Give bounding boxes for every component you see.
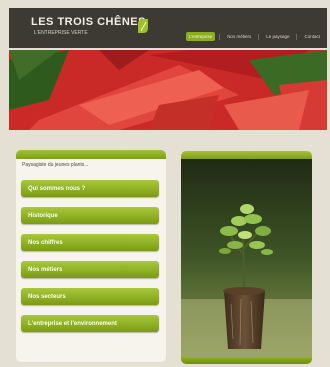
photo-footer-bar [181,357,312,364]
hero-banner [9,50,327,130]
nav-divider [219,33,221,40]
nav-item-entreprise[interactable]: L'entreprise [185,32,216,41]
nav-divider [296,33,298,40]
sidebar-menu: Paysagiste du jeunes plants... Qui somme… [16,150,166,362]
menu-item-secteurs[interactable]: Nos secteurs [21,288,159,305]
menu-item-metiers[interactable]: Nos métiers [21,261,159,278]
oak-leaf-icon [138,19,148,33]
menu-item-qui-sommes-nous[interactable]: Qui sommes nous ? [21,180,159,197]
logo-title: LES TROIS CHÊNES [31,16,146,28]
photo-header-bar [181,151,312,159]
nav-divider [258,33,260,40]
site-logo[interactable]: LES TROIS CHÊNES L'ENTREPRISE VERTE [31,16,151,42]
menu-item-chiffres[interactable]: Nos chiffres [21,234,159,251]
nav-item-paysage[interactable]: Le paysage [263,32,292,41]
nav-item-metiers[interactable]: Nos métiers [224,32,254,41]
seedling-photo [181,159,312,357]
photo-card [181,151,312,364]
menu-item-environnement[interactable]: L'entreprise et l'environnement [21,315,159,332]
nav-item-contact[interactable]: Contact [301,32,323,41]
sidebar-intro: Paysagiste du jeunes plants... [22,162,89,168]
panel-header-bar [16,150,166,159]
menu-item-historique[interactable]: Historique [21,207,159,224]
main-nav: L'entreprise Nos métiers Le paysage Cont… [185,32,323,41]
logo-tagline: L'ENTREPRISE VERTE [34,30,88,36]
poinsettia-image [9,50,327,130]
site-header: LES TROIS CHÊNES L'ENTREPRISE VERTE L'en… [9,8,327,48]
